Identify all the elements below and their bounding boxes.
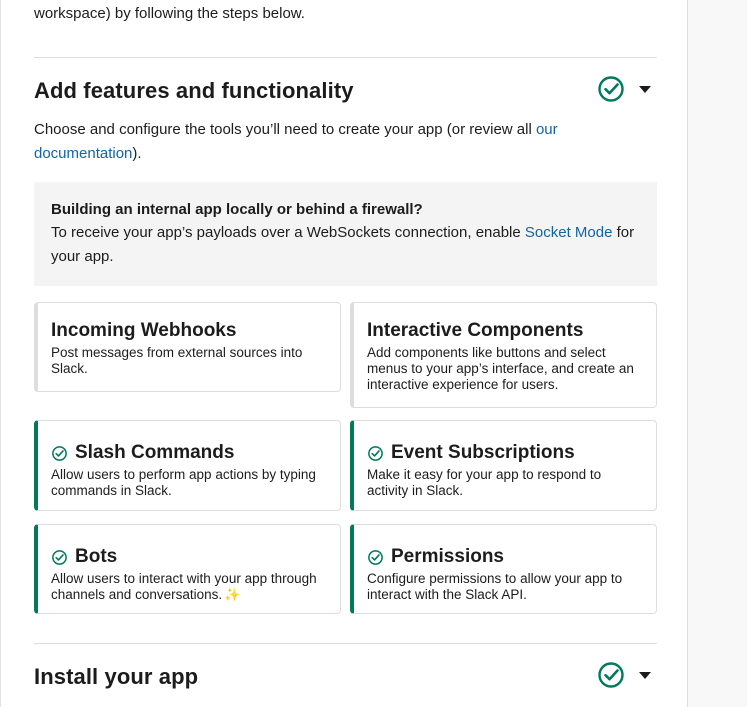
check-circle-icon [52, 549, 67, 565]
card-title-row: Bots [51, 545, 328, 569]
sparkles-icon: ✨ [224, 587, 241, 602]
section-description: Choose and configure the tools you’ll ne… [34, 118, 634, 166]
app-settings-panel: workspace) by following the steps below.… [0, 0, 688, 707]
card-description: Allow users to interact with your app th… [51, 571, 328, 603]
section-title-install: Install your app [34, 664, 199, 689]
section-divider [34, 57, 657, 58]
section-title-features: Add features and functionality [34, 78, 354, 103]
card-title: Incoming Webhooks [51, 320, 237, 341]
card-description-text: Allow users to interact with your app th… [51, 571, 317, 602]
card-title-row: Slash Commands [51, 441, 328, 465]
check-circle-icon [368, 549, 383, 565]
card-title: Slash Commands [75, 442, 235, 463]
section-divider [34, 643, 657, 644]
card-title-row: Event Subscriptions [367, 441, 644, 465]
card-description: Make it easy for your app to respond to … [367, 467, 602, 498]
card-title: Bots [75, 546, 118, 567]
card-description: Configure permissions to allow your app … [367, 571, 623, 602]
card-description: Add components like buttons and select m… [367, 345, 634, 392]
check-circle-icon [598, 662, 624, 688]
check-circle-icon [368, 445, 383, 461]
card-description: Post messages from external sources into… [51, 345, 303, 376]
card-title: Interactive Components [367, 320, 584, 341]
feature-card-slash-commands[interactable]: Slash Commands Allow users to perform ap… [34, 420, 341, 511]
section-toggle-caret[interactable] [639, 86, 651, 93]
card-description: Allow users to perform app actions by ty… [51, 467, 316, 498]
feature-card-bots[interactable]: Bots Allow users to interact with your a… [34, 524, 341, 614]
right-gutter [688, 0, 747, 707]
socket-mode-link[interactable]: Socket Mode [525, 224, 613, 241]
description-text: Choose and configure the tools you’ll ne… [34, 121, 536, 138]
feature-card-incoming-webhooks[interactable]: Incoming Webhooks Post messages from ext… [34, 302, 341, 392]
feature-card-permissions[interactable]: Permissions Configure permissions to all… [350, 524, 657, 614]
description-suffix: ). [132, 145, 142, 162]
card-title: Event Subscriptions [391, 442, 575, 463]
feature-card-event-subscriptions[interactable]: Event Subscriptions Make it easy for you… [350, 420, 657, 511]
feature-card-interactive-components[interactable]: Interactive Components Add components li… [350, 302, 657, 408]
check-circle-icon [52, 445, 67, 461]
callout-body: To receive your app’s payloads over a We… [51, 221, 641, 269]
callout-body-text: To receive your app’s payloads over a We… [51, 224, 525, 241]
section-toggle-caret[interactable] [639, 672, 651, 679]
card-title-row: Permissions [367, 545, 644, 569]
check-circle-icon [598, 76, 624, 102]
callout-title: Building an internal app locally or behi… [51, 201, 423, 218]
intro-text: workspace) by following the steps below. [34, 5, 305, 22]
card-title: Permissions [391, 546, 504, 567]
firewall-callout: Building an internal app locally or behi… [34, 182, 657, 286]
